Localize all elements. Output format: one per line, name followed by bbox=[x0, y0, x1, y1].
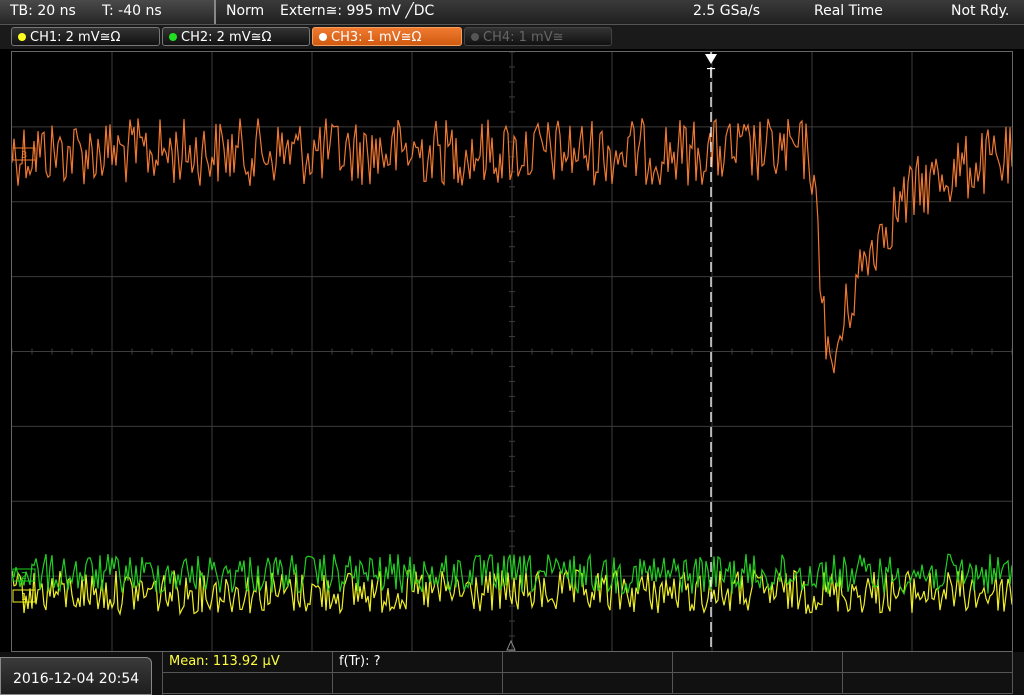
measurement-mean[interactable]: Mean: 113.92 µV bbox=[163, 652, 333, 673]
channel-label: CH3: 1 mV≅Ω bbox=[331, 30, 422, 45]
channel-tab-ch2[interactable]: CH2: 2 mV≅Ω bbox=[162, 27, 310, 46]
measurement-slot[interactable] bbox=[333, 673, 503, 694]
trigger-marker-label: T bbox=[706, 67, 715, 82]
trigger-time-marker-icon bbox=[506, 639, 516, 651]
acquisition-mode[interactable]: Real Time bbox=[814, 3, 883, 19]
waveform-canvas: T 3 2 1 bbox=[12, 52, 1012, 651]
trigger-position-readout[interactable]: T: -40 ns bbox=[102, 3, 162, 19]
trigger-source[interactable]: Extern≅: 995 mV ╱DC bbox=[280, 3, 434, 19]
bottom-bar: 2016-12-04 20:54 Mean: 113.92 µV f(Tr): … bbox=[0, 652, 1024, 695]
trigger-mode[interactable]: Norm bbox=[226, 3, 264, 19]
datetime-panel[interactable]: 2016-12-04 20:54 bbox=[0, 657, 152, 695]
channel-label: CH4: 1 mV≅ bbox=[483, 30, 564, 45]
measurement-slot[interactable] bbox=[503, 673, 673, 694]
channel-color-icon bbox=[18, 33, 26, 41]
measurement-label: f(Tr): ? bbox=[339, 654, 381, 669]
status-bar: TB: 20 ns T: -40 ns Norm Extern≅: 995 mV… bbox=[0, 0, 1024, 25]
measurement-slot[interactable] bbox=[163, 673, 333, 694]
channel-label: CH1: 2 mV≅Ω bbox=[30, 30, 121, 45]
datetime: 2016-12-04 20:54 bbox=[13, 671, 140, 687]
graticule bbox=[12, 52, 1012, 651]
timebase-panel[interactable]: TB: 20 ns T: -40 ns bbox=[0, 0, 216, 24]
svg-text:2: 2 bbox=[21, 571, 27, 582]
channel-color-icon bbox=[169, 33, 177, 41]
measurement-label: Mean: 113.92 µV bbox=[169, 654, 280, 669]
measurement-slot[interactable] bbox=[843, 652, 1013, 673]
svg-text:1: 1 bbox=[21, 592, 27, 603]
measurement-table[interactable]: Mean: 113.92 µV f(Tr): ? bbox=[162, 652, 1013, 695]
measurement-slot[interactable] bbox=[503, 652, 673, 673]
channel-tab-row: CH1: 2 mV≅Ω CH2: 2 mV≅Ω CH3: 1 mV≅Ω CH4:… bbox=[0, 25, 1024, 49]
channel-tab-ch3[interactable]: CH3: 1 mV≅Ω bbox=[312, 27, 462, 46]
acquisition-status: Not Rdy. bbox=[951, 3, 1010, 19]
channel-tab-ch4[interactable]: CH4: 1 mV≅ bbox=[464, 27, 612, 46]
channel-tab-ch1[interactable]: CH1: 2 mV≅Ω bbox=[11, 27, 160, 46]
svg-text:3: 3 bbox=[21, 150, 27, 161]
measurement-slot[interactable] bbox=[673, 652, 843, 673]
measurement-frequency[interactable]: f(Tr): ? bbox=[333, 652, 503, 673]
timebase-readout[interactable]: TB: 20 ns bbox=[10, 3, 76, 19]
measurement-slot[interactable] bbox=[673, 673, 843, 694]
sample-rate[interactable]: 2.5 GSa/s bbox=[693, 3, 760, 19]
measurement-slot[interactable] bbox=[843, 673, 1013, 694]
channel-label: CH2: 2 mV≅Ω bbox=[181, 30, 272, 45]
channel-color-icon bbox=[319, 33, 327, 41]
channel-color-icon bbox=[471, 33, 479, 41]
waveform-display[interactable]: T 3 2 1 bbox=[11, 51, 1013, 652]
trigger-marker-icon[interactable] bbox=[705, 54, 717, 64]
